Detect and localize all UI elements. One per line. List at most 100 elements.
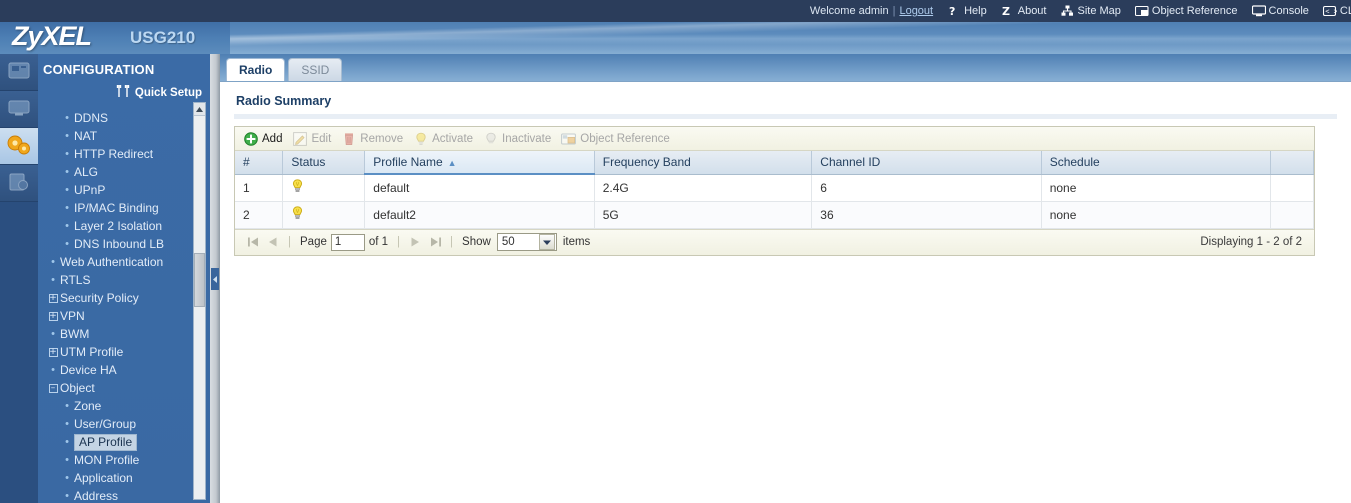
rail-button-dashboard[interactable] [0,54,38,91]
table-row[interactable]: 1 default 2.4G 6 none [235,174,1314,202]
page-size-value: 50 [501,236,515,248]
help-label: Help [964,5,987,17]
cli-button[interactable]: <_> CLI [1322,5,1351,18]
quick-setup-button[interactable]: Quick Setup [38,79,210,107]
about-button[interactable]: Z About [1001,5,1047,18]
cell-chan: 36 [811,201,1042,229]
add-button[interactable]: Add [241,128,290,150]
bullet-icon: • [65,237,69,250]
rail-button-monitor[interactable] [0,91,38,128]
first-page-button[interactable] [244,233,262,251]
sidebar-item-label: User/Group [74,417,137,431]
sidebar-item-nat[interactable]: • NAT [38,127,210,145]
sidebar-item-alg[interactable]: • ALG [38,163,210,181]
sidebar-item-device-ha[interactable]: • Device HA [38,361,210,379]
sidebar-scrollbar[interactable] [193,102,206,500]
column-header-schedule[interactable]: Schedule [1041,151,1272,175]
column-header-status[interactable]: Status [282,151,366,175]
sidebar-item-ap-profile[interactable]: • AP Profile [38,433,210,451]
bullet-icon: • [51,273,55,286]
sidebar-item-security-policy[interactable]: + Security Policy [38,289,210,307]
object-reference-button[interactable]: Object Reference [1134,5,1238,18]
logout-link[interactable]: Logout [899,5,933,17]
expand-icon: + [48,292,58,303]
page-number-input[interactable] [330,233,365,251]
inactivate-button[interactable]: Inactivate [481,128,559,150]
svg-text:<_>: <_> [1325,8,1337,16]
site-map-button[interactable]: Site Map [1060,5,1121,18]
object-reference-label: Object Reference [1151,5,1238,17]
scrollbar-thumb[interactable] [194,253,205,307]
edit-button[interactable]: Edit [290,128,339,150]
chevron-down-icon[interactable] [538,234,555,250]
sidebar-nav-list: • DDNS • NAT • HTTP Redirect • ALG • UPnP • IP/MAC … [38,107,210,503]
sidebar-item-object[interactable]: – Object [38,379,210,397]
page-size-select[interactable]: 50 [496,233,557,251]
tab-radio-label: Radio [239,63,273,77]
sidebar-item-layer-2-isolation[interactable]: • Layer 2 Isolation [38,217,210,235]
rail-button-maintenance[interactable] [0,165,38,202]
dashboard-icon [8,62,30,83]
sidebar-item-label: Layer 2 Isolation [74,219,163,233]
about-icon: Z [1001,5,1015,18]
radio-summary-card: Add Edit Remove Activate Inactivate Obje… [234,126,1315,256]
scroll-up-arrow-icon[interactable] [194,103,205,116]
sidebar-item-web-authentication[interactable]: • Web Authentication [38,253,210,271]
tab-ssid-label: SSID [301,63,330,77]
svg-text:?: ? [949,5,955,17]
sidebar-item-vpn[interactable]: + VPN [38,307,210,325]
column-header-frequency-band[interactable]: Frequency Band [594,151,813,175]
sidebar-item-bwm[interactable]: • BWM [38,325,210,343]
column-label-schedule: Schedule [1049,155,1100,170]
sidebar-item-mon-profile[interactable]: • MON Profile [38,451,210,469]
sidebar-item-label: IP/MAC Binding [74,201,159,215]
sidebar-item-upnp[interactable]: • UPnP [38,181,210,199]
welcome-text: Welcome admin [809,5,889,17]
next-page-button[interactable] [406,233,424,251]
tab-radio[interactable]: Radio [226,58,286,81]
sidebar-item-dns-inbound-lb[interactable]: • DNS Inbound LB [38,235,210,253]
sidebar-item-address[interactable]: • Address [38,487,210,503]
last-page-button[interactable] [426,233,444,251]
pagination-divider-1: | [288,236,291,248]
cell-chan: 6 [811,174,1042,202]
cell-num: 2 [235,201,284,229]
help-button[interactable]: ? Help [947,5,987,18]
bullet-icon: • [65,111,69,124]
bullet-icon: • [65,453,69,466]
sidebar-item-rtls[interactable]: • RTLS [38,271,210,289]
object-reference-toolbar-button[interactable]: Object Reference [559,128,678,150]
sidebar-collapse-handle[interactable] [211,268,219,290]
about-label: About [1017,5,1047,17]
sidebar-item-application[interactable]: • Application [38,469,210,487]
previous-page-button[interactable] [264,233,282,251]
monitor-icon [8,99,30,120]
tab-ssid[interactable]: SSID [288,58,343,81]
remove-button[interactable]: Remove [339,128,411,150]
column-header-profile-name[interactable]: Profile Name ▲ [364,151,595,175]
cli-label: CLI [1339,5,1351,17]
sidebar-item-label: Address [74,489,119,503]
sidebar-item-zone[interactable]: • Zone [38,397,210,415]
table-toolbar: Add Edit Remove Activate Inactivate Obje… [235,127,1314,151]
sidebar-item-utm-profile[interactable]: + UTM Profile [38,343,210,361]
pagination-divider-3: | [450,236,454,248]
sidebar-item-ip-mac-binding[interactable]: • IP/MAC Binding [38,199,210,217]
table-row[interactable]: 2 default2 5G 36 none [235,201,1314,229]
sidebar-item-user-group[interactable]: • User/Group [38,415,210,433]
sidebar-item-ddns[interactable]: • DDNS [38,109,210,127]
header-gloss [179,22,1351,54]
activate-button[interactable]: Activate [411,128,481,150]
column-header-channel-id[interactable]: Channel ID [811,151,1042,175]
sidebar-item-label: Object [60,381,95,395]
items-label: items [562,236,591,248]
column-header-number[interactable]: # [235,151,284,175]
collapse-icon: – [46,383,60,393]
help-icon: ? [947,5,961,18]
sidebar-item-label: Zone [74,399,102,413]
configuration-sidebar: CONFIGURATION Quick Setup • DDNS • NAT • HTTP… [38,54,210,503]
console-button[interactable]: Console [1251,5,1309,18]
sidebar-item-label: Web Authentication [60,255,164,269]
rail-button-configuration[interactable] [0,128,38,165]
sidebar-item-http-redirect[interactable]: • HTTP Redirect [38,145,210,163]
